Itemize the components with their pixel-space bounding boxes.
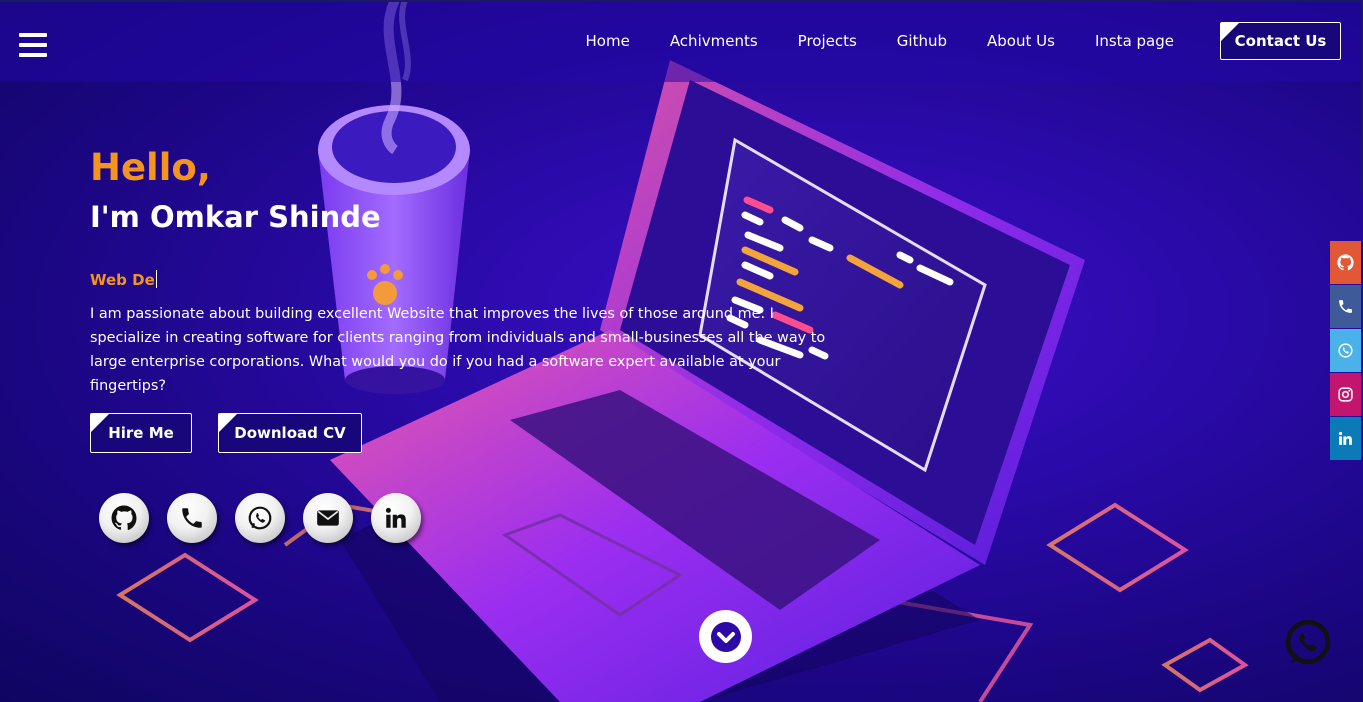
instagram-icon xyxy=(1338,387,1353,402)
typed-role-text: Web De xyxy=(90,271,155,289)
linkedin-icon[interactable] xyxy=(371,493,421,543)
hire-me-button[interactable]: Hire Me xyxy=(90,413,192,453)
github-icon[interactable] xyxy=(99,493,149,543)
nav-achivments[interactable]: Achivments xyxy=(670,22,758,60)
nav-projects[interactable]: Projects xyxy=(798,22,857,60)
menu-icon[interactable] xyxy=(19,33,47,59)
social-links xyxy=(99,493,439,543)
download-cv-button[interactable]: Download CV xyxy=(218,413,362,453)
button-corner-decoration xyxy=(219,414,237,432)
whatsapp-icon xyxy=(1338,343,1353,358)
floating-whatsapp-button[interactable] xyxy=(1283,618,1333,668)
hero-bio: I am passionate about building excellent… xyxy=(90,306,826,394)
hire-me-label: Hire Me xyxy=(108,424,174,442)
button-corner-decoration xyxy=(1221,23,1239,41)
scroll-down-button[interactable] xyxy=(699,610,752,663)
hero-name: I'm Omkar Shinde xyxy=(90,200,381,234)
sidebar-whatsapp[interactable] xyxy=(1330,329,1361,372)
nav-home[interactable]: Home xyxy=(586,22,630,60)
contact-us-label: Contact Us xyxy=(1234,32,1327,50)
sidebar-instagram[interactable] xyxy=(1330,373,1361,416)
phone-icon xyxy=(1339,300,1352,313)
nav-github[interactable]: Github xyxy=(897,22,947,60)
sidebar-phone[interactable] xyxy=(1330,285,1361,328)
contact-us-button[interactable]: Contact Us xyxy=(1220,22,1341,60)
email-icon[interactable] xyxy=(303,493,353,543)
typing-caret xyxy=(155,270,157,288)
sidebar-linkedin[interactable] xyxy=(1330,417,1361,460)
greeting: Hello, xyxy=(90,146,211,189)
whatsapp-icon xyxy=(1285,619,1331,665)
chevron-down-icon xyxy=(710,621,741,652)
sticky-social-bar xyxy=(1330,241,1361,461)
linkedin-icon xyxy=(1338,431,1352,445)
top-nav: Home Achivments Projects Github About Us… xyxy=(566,22,1341,60)
sidebar-github[interactable] xyxy=(1330,241,1361,284)
github-icon xyxy=(1337,254,1354,271)
nav-insta-page[interactable]: Insta page xyxy=(1095,22,1174,60)
nav-about-us[interactable]: About Us xyxy=(987,22,1055,60)
download-cv-label: Download CV xyxy=(234,424,346,442)
typed-role: Web De xyxy=(90,270,157,289)
phone-icon[interactable] xyxy=(167,493,217,543)
button-corner-decoration xyxy=(91,414,109,432)
whatsapp-icon[interactable] xyxy=(235,493,285,543)
